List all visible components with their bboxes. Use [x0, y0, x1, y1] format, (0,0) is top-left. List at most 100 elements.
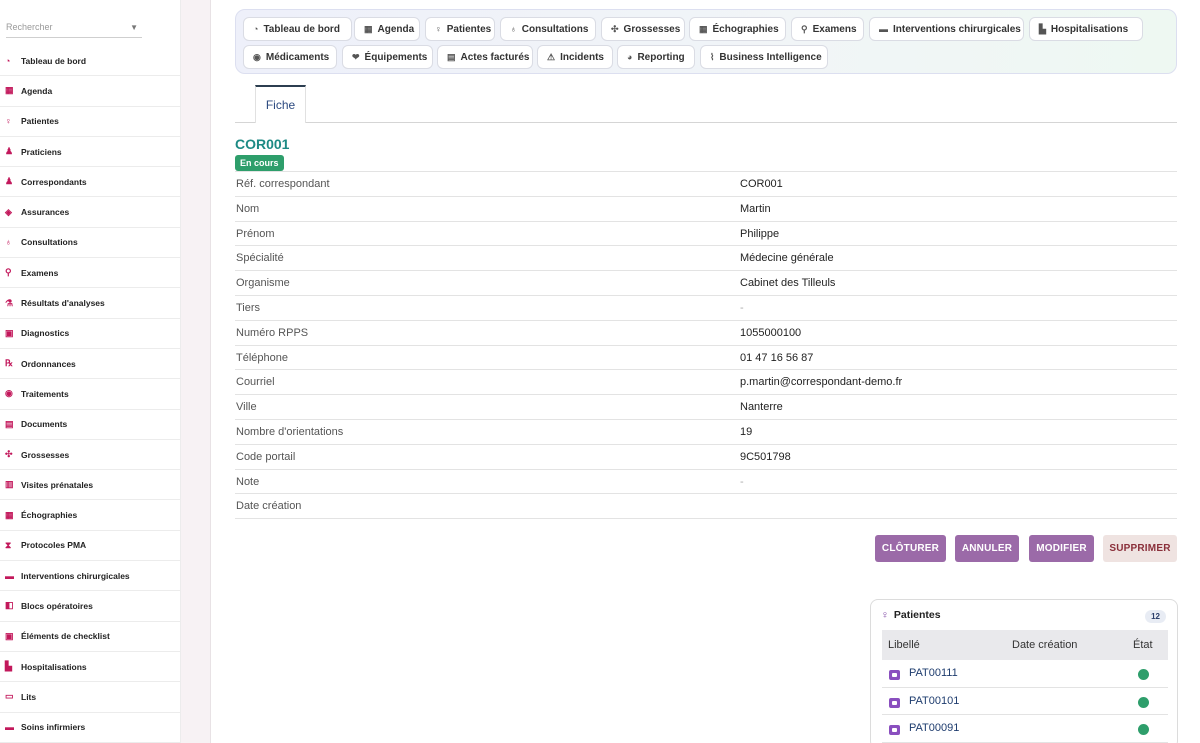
field-row: Réf. correspondant COR001: [235, 172, 1177, 197]
column-header-etat[interactable]: État: [1133, 639, 1153, 651]
field-row: Ville Nanterre: [235, 395, 1177, 420]
module-label: Échographies: [712, 23, 779, 35]
prescription-icon: ℞: [5, 358, 14, 369]
warning-icon: ⚠: [547, 51, 556, 62]
hourglass-icon: ⧗: [5, 539, 12, 550]
module-business-intelligence[interactable]: ⌇ Business Intelligence: [700, 45, 828, 69]
module-examens[interactable]: ⚲ Examens: [791, 17, 864, 41]
module-equipements[interactable]: ❤ Équipements: [342, 45, 433, 69]
sidebar-item-agenda[interactable]: ▦ Agenda: [0, 76, 181, 107]
sidebar-item-assurances[interactable]: ◈ Assurances: [0, 197, 181, 228]
ultrasound-icon: ▦: [5, 509, 14, 520]
hospital-icon: ▙: [5, 661, 12, 672]
patient-link[interactable]: PAT00111: [909, 667, 958, 679]
column-header-date-creation[interactable]: Date création: [1012, 639, 1077, 651]
sidebar-item-label: Consultations: [21, 237, 78, 248]
pregnancy-icon: ✣: [611, 23, 619, 34]
module-incidents[interactable]: ⚠ Incidents: [537, 45, 613, 69]
edit-button[interactable]: MODIFIER: [1029, 535, 1094, 562]
table-row[interactable]: PAT00101: [882, 688, 1168, 715]
sidebar: Rechercher ▼ ◔ Tableau de bord ▦ Agenda ♀ P…: [0, 0, 181, 743]
sidebar-item-praticiens[interactable]: ♟ Praticiens: [0, 137, 181, 168]
module-medicaments[interactable]: ◉ Médicaments: [243, 45, 337, 69]
module-patientes[interactable]: ♀ Patientes: [425, 17, 495, 41]
field-row: Téléphone 01 47 16 56 87: [235, 346, 1177, 371]
status-dot: [1138, 669, 1149, 680]
sidebar-item-label: Agenda: [21, 85, 53, 96]
table-row[interactable]: PAT00091: [882, 715, 1168, 743]
module-reporting[interactable]: ◕ Reporting: [617, 45, 695, 69]
module-hospitalisations[interactable]: ▙ Hospitalisations: [1029, 17, 1143, 41]
sidebar-item-resultats-analyses[interactable]: ⚗ Résultats d'analyses: [0, 288, 181, 319]
module-label: Reporting: [637, 51, 685, 63]
module-label: Grossesses: [623, 23, 681, 35]
panel-title: ♀ Patientes: [881, 609, 941, 621]
sidebar-item-tableau-de-bord[interactable]: ◔ Tableau de bord: [0, 46, 181, 77]
sidebar-item-ordonnances[interactable]: ℞ Ordonnances: [0, 349, 181, 380]
sidebar-item-grossesses[interactable]: ✣ Grossesses: [0, 440, 181, 471]
patient-link[interactable]: PAT00101: [909, 695, 959, 707]
delete-button[interactable]: SUPPRIMER: [1103, 535, 1177, 562]
module-label: Actes facturés: [460, 51, 530, 63]
search-placeholder: Rechercher: [6, 22, 53, 32]
sidebar-item-lits[interactable]: ▭ Lits: [0, 682, 181, 713]
field-value: 01 47 16 56 87: [740, 351, 814, 364]
module-grossesses[interactable]: ✣ Grossesses: [601, 17, 685, 41]
checklist-icon: ▣: [5, 630, 14, 641]
sidebar-item-correspondants[interactable]: ♟ Correspondants: [0, 167, 181, 198]
field-row: Nom Martin: [235, 197, 1177, 222]
patient-record-icon: [889, 697, 900, 708]
count-badge: 12: [1145, 610, 1166, 623]
sidebar-item-visites-prenatales[interactable]: ▥ Visites prénatales: [0, 470, 181, 501]
sidebar-item-label: Soins infirmiers: [21, 722, 86, 733]
sidebar-item-documents[interactable]: ▤ Documents: [0, 410, 181, 440]
field-value: 1055000100: [740, 326, 802, 339]
status-badge: En cours: [235, 155, 284, 171]
module-label: Patientes: [446, 23, 492, 35]
field-row: Date création: [235, 494, 1177, 520]
patient-link[interactable]: PAT00091: [909, 722, 959, 734]
field-label: Nombre d'orientations: [236, 425, 344, 438]
cancel-button[interactable]: ANNULER: [955, 535, 1019, 562]
module-consultations[interactable]: ♁ Consultations: [500, 17, 596, 41]
ultrasound-icon: ▦: [699, 23, 708, 34]
field-label: Organisme: [236, 277, 290, 290]
module-agenda[interactable]: ▦ Agenda: [354, 17, 420, 41]
module-actes-factures[interactable]: ▤ Actes facturés: [437, 45, 533, 69]
search-input[interactable]: Rechercher ▼: [6, 18, 142, 38]
stethoscope-icon: ♁: [5, 237, 12, 248]
female-icon: ♀: [435, 24, 442, 34]
record-fields: Réf. correspondant COR001 Nom Martin Préno…: [235, 171, 1177, 520]
close-record-button[interactable]: CLÔTURER: [875, 535, 946, 562]
column-header-libelle[interactable]: Libellé: [888, 639, 920, 651]
field-label: Prénom: [236, 227, 275, 240]
field-label: Code portail: [236, 450, 296, 463]
sidebar-item-label: Interventions chirurgicales: [21, 570, 130, 581]
module-interventions-chirurgicales[interactable]: ▬ Interventions chirurgicales: [869, 17, 1024, 41]
sidebar-item-soins-infirmiers[interactable]: ▬ Soins infirmiers: [0, 713, 181, 743]
chevron-down-icon[interactable]: ▼: [130, 23, 138, 32]
sidebar-item-patientes[interactable]: ♀ Patientes: [0, 107, 181, 137]
module-tableau-de-bord[interactable]: ◔ Tableau de bord: [243, 17, 352, 41]
module-label: Médicaments: [265, 51, 330, 63]
sidebar-item-echographies[interactable]: ▦ Échographies: [0, 500, 181, 531]
sidebar-item-elements-checklist[interactable]: ▣ Éléments de checklist: [0, 622, 181, 652]
sidebar-item-hospitalisations[interactable]: ▙ Hospitalisations: [0, 652, 181, 683]
contact-icon: ♟: [5, 176, 14, 187]
module-label: Examens: [812, 23, 857, 35]
sidebar-item-traitements[interactable]: ◉ Traitements: [0, 379, 181, 410]
table-row[interactable]: PAT00111: [882, 660, 1168, 688]
pregnancy-icon: ✣: [5, 449, 13, 459]
sidebar-item-blocs-operatoires[interactable]: ◧ Blocs opératoires: [0, 591, 181, 622]
field-value: Cabinet des Tilleuls: [740, 277, 836, 290]
sidebar-item-protocoles-pma[interactable]: ⧗ Protocoles PMA: [0, 531, 181, 562]
sidebar-item-consultations[interactable]: ♁ Consultations: [0, 228, 181, 259]
sidebar-item-diagnostics[interactable]: ▣ Diagnostics: [0, 319, 181, 349]
field-value: Philippe: [740, 227, 780, 240]
surgery-icon: ▬: [879, 24, 888, 34]
sidebar-item-examens[interactable]: ⚲ Examens: [0, 258, 181, 289]
tab-fiche[interactable]: Fiche: [255, 85, 306, 123]
module-echographies[interactable]: ▦ Échographies: [689, 17, 786, 41]
module-bar: ◔ Tableau de bord ▦ Agenda ♀ Patientes ♁ Con…: [235, 9, 1177, 74]
sidebar-item-interventions-chirurgicales[interactable]: ▬ Interventions chirurgicales: [0, 561, 181, 592]
